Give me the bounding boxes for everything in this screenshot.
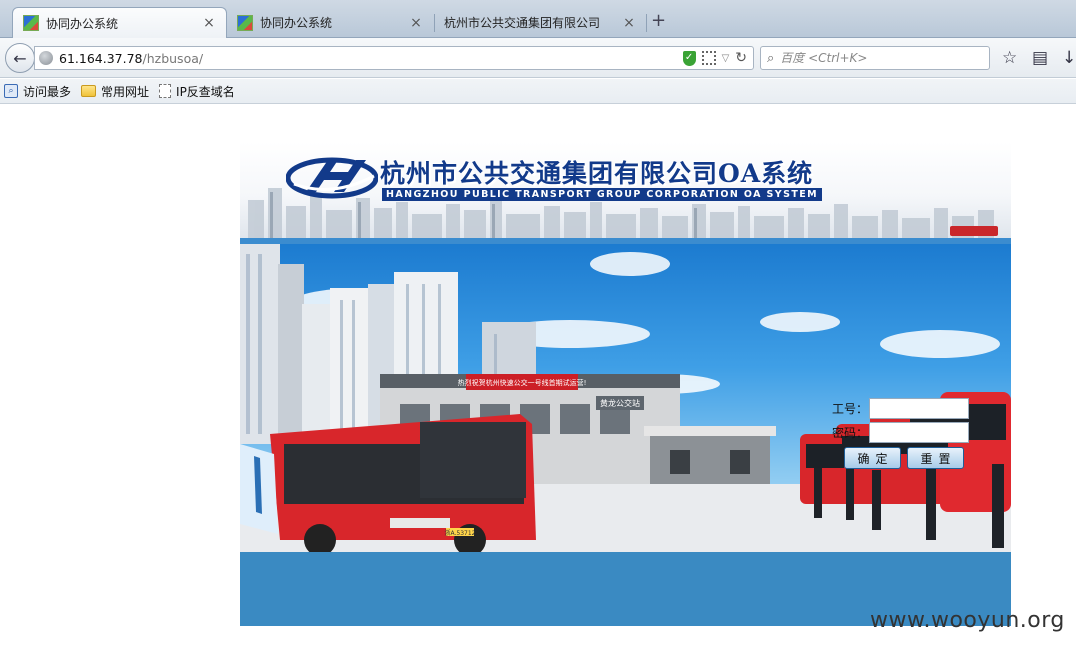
user-id-label: 工号： bbox=[831, 402, 868, 416]
reading-list-icon[interactable]: ▤ bbox=[1032, 48, 1048, 68]
login-form: 工号： 密码： 确定 重置 bbox=[830, 398, 969, 469]
search-page-icon: ⌕ bbox=[4, 84, 18, 98]
search-box[interactable]: ⌕ bbox=[760, 46, 990, 70]
tab-separator bbox=[646, 14, 647, 32]
qr-code-icon[interactable] bbox=[701, 51, 716, 65]
bus-plate: 浙A.53712 bbox=[445, 529, 476, 537]
page-icon bbox=[159, 84, 172, 98]
page-header: 杭州市公共交通集团有限公司OA系统 HANGZHOU PUBLIC TRANSP… bbox=[240, 142, 1011, 240]
globe-icon bbox=[39, 51, 53, 65]
search-icon: ⌕ bbox=[767, 50, 775, 66]
tab-oa-1[interactable]: 协同办公系统 × bbox=[12, 7, 227, 38]
bookmark-label: IP反查域名 bbox=[176, 84, 235, 99]
tab-strip: 协同办公系统 × 协同办公系统 × 杭州市公共交通集团有限公司 × + bbox=[0, 0, 1076, 38]
banner-text: 热烈祝贺杭州快速公交一号线首期试运营! bbox=[458, 378, 587, 387]
bus-image: 浙A.53712 bbox=[270, 414, 536, 552]
bookmarks-bar: ⌕ 访问最多 常用网址 IP反查域名 bbox=[0, 79, 1076, 104]
bookmark-label: 常用网址 bbox=[101, 84, 150, 99]
security-shield-icon[interactable]: ✓ bbox=[682, 50, 696, 66]
page-title: 杭州市公共交通集团有限公司OA系统 bbox=[380, 159, 814, 188]
navigation-bar: ← 61.164.37.78 /hzbusoa/ ✓ ▽ ↻ ⌕ ☆ ▤ ↓ bbox=[0, 38, 1076, 78]
star-icon[interactable]: ☆ bbox=[1002, 48, 1017, 68]
favicon-icon bbox=[237, 14, 253, 31]
page-subtitle: HANGZHOU PUBLIC TRANSPORT GROUP CORPORAT… bbox=[382, 188, 822, 201]
url-path: /hzbusoa/ bbox=[142, 50, 204, 66]
new-tab-button[interactable]: + bbox=[651, 10, 666, 31]
tab-title: 杭州市公共交通集团有限公司 bbox=[444, 16, 601, 30]
tab-title: 协同办公系统 bbox=[46, 16, 119, 31]
close-icon[interactable]: × bbox=[202, 15, 216, 31]
bookmark-ip-lookup[interactable]: IP反查域名 bbox=[159, 83, 237, 100]
tab-hzbus[interactable]: 杭州市公共交通集团有限公司 × bbox=[434, 7, 646, 38]
bookmark-common-sites[interactable]: 常用网址 bbox=[81, 83, 151, 100]
password-input[interactable] bbox=[869, 422, 969, 443]
back-button[interactable]: ← bbox=[5, 43, 35, 73]
station-sign-text: 黄龙公交站 bbox=[600, 398, 640, 408]
download-icon[interactable]: ↓ bbox=[1062, 48, 1076, 68]
close-icon[interactable]: × bbox=[409, 15, 423, 31]
address-bar[interactable]: 61.164.37.78 /hzbusoa/ ✓ ▽ ↻ bbox=[34, 46, 754, 70]
favicon-icon bbox=[23, 15, 39, 31]
submit-button[interactable]: 确定 bbox=[844, 447, 901, 469]
reload-icon[interactable]: ↻ bbox=[735, 50, 747, 66]
password-label: 密码： bbox=[831, 426, 868, 440]
url-host: 61.164.37.78 bbox=[59, 50, 143, 66]
tab-title: 协同办公系统 bbox=[260, 16, 333, 30]
user-id-input[interactable] bbox=[869, 398, 969, 419]
bookmark-label: 访问最多 bbox=[23, 84, 72, 99]
watermark: www.wooyun.org bbox=[870, 608, 1065, 633]
hangzhou-bus-logo bbox=[286, 157, 378, 199]
arrow-left-icon: ← bbox=[13, 48, 27, 68]
bus-icon bbox=[950, 226, 998, 236]
oa-login-page: 杭州市公共交通集团有限公司OA系统 HANGZHOU PUBLIC TRANSP… bbox=[240, 142, 1011, 626]
bookmark-most-visited[interactable]: ⌕ 访问最多 bbox=[4, 83, 73, 100]
folder-icon bbox=[81, 85, 97, 97]
hero-photo: 热烈祝贺杭州快速公交一号线首期试运营! 黄龙公交站 浙A.53712 工号： 密… bbox=[240, 244, 1011, 552]
reset-button[interactable]: 重置 bbox=[907, 447, 964, 469]
chevron-down-icon[interactable]: ▽ bbox=[722, 53, 730, 64]
close-icon[interactable]: × bbox=[622, 15, 636, 31]
tab-oa-2[interactable]: 协同办公系统 × bbox=[227, 7, 433, 38]
search-input[interactable] bbox=[780, 51, 971, 65]
